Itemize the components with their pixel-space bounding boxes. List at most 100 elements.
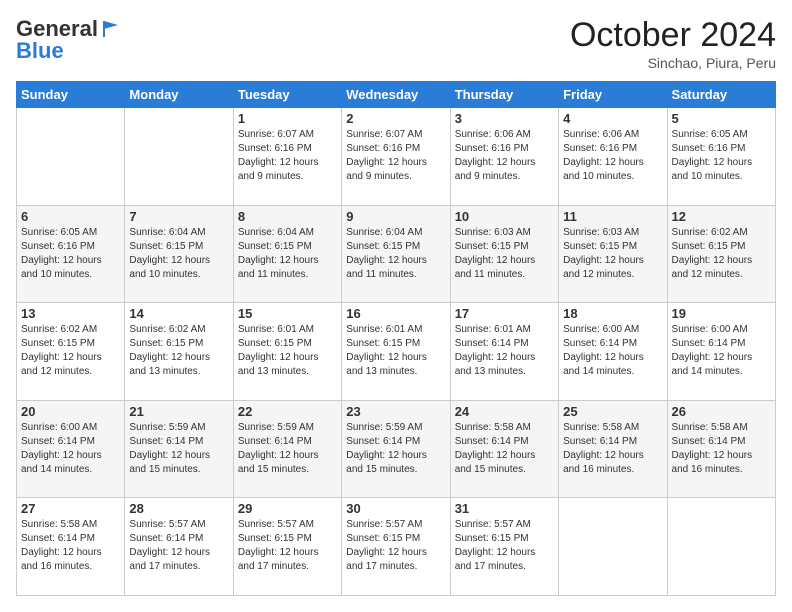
day-number: 3: [455, 111, 554, 126]
table-row: 6 Sunrise: 6:05 AM Sunset: 6:16 PM Daylig…: [17, 205, 125, 303]
day-info: Sunrise: 6:03 AM Sunset: 6:15 PM Dayligh…: [563, 226, 662, 282]
header-sunday: Sunday: [17, 82, 125, 108]
logo-flag-icon: [100, 17, 122, 39]
day-number: 31: [455, 501, 554, 516]
table-row: 25 Sunrise: 5:58 AM Sunset: 6:14 PM Dayli…: [559, 400, 667, 498]
location-subtitle: Sinchao, Piura, Peru: [570, 55, 776, 71]
day-info: Sunrise: 5:58 AM Sunset: 6:14 PM Dayligh…: [21, 518, 120, 574]
table-row: 2 Sunrise: 6:07 AM Sunset: 6:16 PM Daylig…: [342, 108, 450, 206]
table-row: 28 Sunrise: 5:57 AM Sunset: 6:14 PM Dayli…: [125, 498, 233, 596]
header-saturday: Saturday: [667, 82, 775, 108]
day-number: 5: [672, 111, 771, 126]
day-number: 28: [129, 501, 228, 516]
day-info: Sunrise: 5:58 AM Sunset: 6:14 PM Dayligh…: [672, 421, 771, 477]
day-info: Sunrise: 5:58 AM Sunset: 6:14 PM Dayligh…: [455, 421, 554, 477]
calendar-week-row: 6 Sunrise: 6:05 AM Sunset: 6:16 PM Daylig…: [17, 205, 776, 303]
day-info: Sunrise: 6:04 AM Sunset: 6:15 PM Dayligh…: [346, 226, 445, 282]
day-info: Sunrise: 6:02 AM Sunset: 6:15 PM Dayligh…: [129, 323, 228, 379]
day-number: 11: [563, 209, 662, 224]
day-number: 1: [238, 111, 337, 126]
day-number: 16: [346, 306, 445, 321]
day-info: Sunrise: 5:57 AM Sunset: 6:15 PM Dayligh…: [238, 518, 337, 574]
header-friday: Friday: [559, 82, 667, 108]
day-info: Sunrise: 5:59 AM Sunset: 6:14 PM Dayligh…: [129, 421, 228, 477]
day-number: 19: [672, 306, 771, 321]
table-row: 16Sunrise: 6:01 AM Sunset: 6:15 PM Dayli…: [342, 303, 450, 401]
day-number: 25: [563, 404, 662, 419]
day-number: 4: [563, 111, 662, 126]
day-info: Sunrise: 5:57 AM Sunset: 6:15 PM Dayligh…: [346, 518, 445, 574]
day-info: Sunrise: 5:59 AM Sunset: 6:14 PM Dayligh…: [346, 421, 445, 477]
table-row: 1 Sunrise: 6:07 AM Sunset: 6:16 PM Daylig…: [233, 108, 341, 206]
day-number: 26: [672, 404, 771, 419]
day-info: Sunrise: 5:57 AM Sunset: 6:14 PM Dayligh…: [129, 518, 228, 574]
table-row: 22Sunrise: 5:59 AM Sunset: 6:14 PM Dayli…: [233, 400, 341, 498]
calendar-week-row: 20 Sunrise: 6:00 AM Sunset: 6:14 PM Dayli…: [17, 400, 776, 498]
title-section: October 2024 Sinchao, Piura, Peru: [570, 16, 776, 71]
day-info: Sunrise: 6:00 AM Sunset: 6:14 PM Dayligh…: [21, 421, 120, 477]
day-info: Sunrise: 6:03 AM Sunset: 6:15 PM Dayligh…: [455, 226, 554, 282]
day-info: Sunrise: 6:05 AM Sunset: 6:16 PM Dayligh…: [21, 226, 120, 282]
day-number: 17: [455, 306, 554, 321]
day-info: Sunrise: 6:06 AM Sunset: 6:16 PM Dayligh…: [563, 128, 662, 184]
day-number: 20: [21, 404, 120, 419]
header-tuesday: Tuesday: [233, 82, 341, 108]
table-row: 13Sunrise: 6:02 AM Sunset: 6:15 PM Dayli…: [17, 303, 125, 401]
table-row: 23 Sunrise: 5:59 AM Sunset: 6:14 PM Dayli…: [342, 400, 450, 498]
table-row: 30 Sunrise: 5:57 AM Sunset: 6:15 PM Dayli…: [342, 498, 450, 596]
day-info: Sunrise: 6:07 AM Sunset: 6:16 PM Dayligh…: [238, 128, 337, 184]
calendar-table: Sunday Monday Tuesday Wednesday Thursday…: [16, 81, 776, 596]
day-info: Sunrise: 6:05 AM Sunset: 6:16 PM Dayligh…: [672, 128, 771, 184]
day-info: Sunrise: 5:59 AM Sunset: 6:14 PM Dayligh…: [238, 421, 337, 477]
table-row: 18 Sunrise: 6:00 AM Sunset: 6:14 PM Dayli…: [559, 303, 667, 401]
day-number: 12: [672, 209, 771, 224]
day-number: 23: [346, 404, 445, 419]
table-row: 12 Sunrise: 6:02 AM Sunset: 6:15 PM Dayli…: [667, 205, 775, 303]
day-info: Sunrise: 6:02 AM Sunset: 6:15 PM Dayligh…: [21, 323, 120, 379]
table-row: 17Sunrise: 6:01 AM Sunset: 6:14 PM Dayli…: [450, 303, 558, 401]
table-row: [667, 498, 775, 596]
table-row: 7Sunrise: 6:04 AM Sunset: 6:15 PM Daylig…: [125, 205, 233, 303]
day-number: 10: [455, 209, 554, 224]
day-number: 8: [238, 209, 337, 224]
calendar-week-row: 13Sunrise: 6:02 AM Sunset: 6:15 PM Dayli…: [17, 303, 776, 401]
day-info: Sunrise: 6:06 AM Sunset: 6:16 PM Dayligh…: [455, 128, 554, 184]
day-number: 21: [129, 404, 228, 419]
calendar-header-row: Sunday Monday Tuesday Wednesday Thursday…: [17, 82, 776, 108]
day-info: Sunrise: 6:04 AM Sunset: 6:15 PM Dayligh…: [238, 226, 337, 282]
day-info: Sunrise: 6:01 AM Sunset: 6:15 PM Dayligh…: [238, 323, 337, 379]
day-number: 29: [238, 501, 337, 516]
day-info: Sunrise: 6:04 AM Sunset: 6:15 PM Dayligh…: [129, 226, 228, 282]
day-number: 18: [563, 306, 662, 321]
header-wednesday: Wednesday: [342, 82, 450, 108]
table-row: 8 Sunrise: 6:04 AM Sunset: 6:15 PM Daylig…: [233, 205, 341, 303]
day-info: Sunrise: 6:00 AM Sunset: 6:14 PM Dayligh…: [672, 323, 771, 379]
day-info: Sunrise: 5:58 AM Sunset: 6:14 PM Dayligh…: [563, 421, 662, 477]
day-info: Sunrise: 5:57 AM Sunset: 6:15 PM Dayligh…: [455, 518, 554, 574]
day-number: 2: [346, 111, 445, 126]
day-info: Sunrise: 6:00 AM Sunset: 6:14 PM Dayligh…: [563, 323, 662, 379]
table-row: 24Sunrise: 5:58 AM Sunset: 6:14 PM Dayli…: [450, 400, 558, 498]
header-monday: Monday: [125, 82, 233, 108]
day-info: Sunrise: 6:07 AM Sunset: 6:16 PM Dayligh…: [346, 128, 445, 184]
day-number: 14: [129, 306, 228, 321]
table-row: 21 Sunrise: 5:59 AM Sunset: 6:14 PM Dayli…: [125, 400, 233, 498]
day-info: Sunrise: 6:02 AM Sunset: 6:15 PM Dayligh…: [672, 226, 771, 282]
day-number: 30: [346, 501, 445, 516]
logo: General Blue: [16, 16, 122, 64]
table-row: 10 Sunrise: 6:03 AM Sunset: 6:15 PM Dayli…: [450, 205, 558, 303]
table-row: 31 Sunrise: 5:57 AM Sunset: 6:15 PM Dayli…: [450, 498, 558, 596]
day-number: 15: [238, 306, 337, 321]
table-row: [125, 108, 233, 206]
calendar-week-row: 1 Sunrise: 6:07 AM Sunset: 6:16 PM Daylig…: [17, 108, 776, 206]
header-thursday: Thursday: [450, 82, 558, 108]
table-row: 9 Sunrise: 6:04 AM Sunset: 6:15 PM Daylig…: [342, 205, 450, 303]
table-row: 3 Sunrise: 6:06 AM Sunset: 6:16 PM Daylig…: [450, 108, 558, 206]
day-number: 9: [346, 209, 445, 224]
header: General Blue October 2024 Sinchao, Piura…: [16, 16, 776, 71]
page: General Blue October 2024 Sinchao, Piura…: [0, 0, 792, 612]
day-number: 6: [21, 209, 120, 224]
day-number: 27: [21, 501, 120, 516]
table-row: [559, 498, 667, 596]
table-row: 14 Sunrise: 6:02 AM Sunset: 6:15 PM Dayli…: [125, 303, 233, 401]
